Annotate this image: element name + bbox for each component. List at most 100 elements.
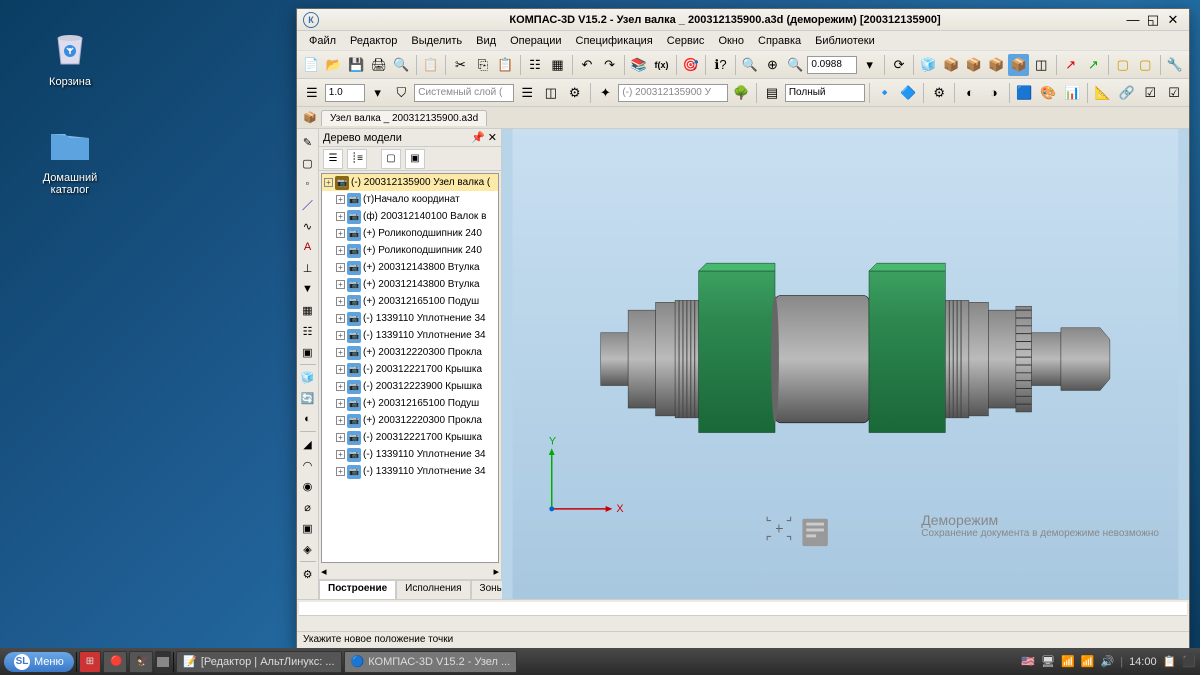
- cube1-icon[interactable]: 🧊: [918, 54, 939, 76]
- menu-operations[interactable]: Операции: [504, 33, 567, 49]
- tree-tool4-icon[interactable]: ▣: [405, 149, 425, 169]
- box-icon[interactable]: ▢: [1112, 54, 1133, 76]
- zoom-fit-icon[interactable]: 🔍: [785, 54, 806, 76]
- tree-item[interactable]: +📷(+) 200312165100 Подуш: [322, 293, 498, 310]
- chevron-down-icon[interactable]: ▾: [367, 82, 389, 104]
- expand-icon[interactable]: +: [324, 178, 333, 187]
- layer-new-icon[interactable]: ◫: [540, 82, 562, 104]
- tab-exec[interactable]: Исполнения: [396, 580, 470, 599]
- expand-icon[interactable]: +: [336, 195, 345, 204]
- minimize-button[interactable]: —: [1123, 12, 1143, 27]
- vt-chamfer-icon[interactable]: ◢: [299, 435, 317, 453]
- redo-icon[interactable]: ↷: [599, 54, 620, 76]
- expand-icon[interactable]: +: [336, 246, 345, 255]
- save-icon[interactable]: 💾: [346, 54, 367, 76]
- close-button[interactable]: ✕: [1163, 12, 1183, 28]
- tree-tool3-icon[interactable]: ▢: [381, 149, 401, 169]
- copy-icon[interactable]: ⎘: [473, 54, 494, 76]
- tree-item[interactable]: +📷(+) Роликоподшипник 240: [322, 225, 498, 242]
- props-icon[interactable]: ☷: [525, 54, 546, 76]
- vt-spec-icon[interactable]: ▦: [299, 301, 317, 319]
- vt-fillet-icon[interactable]: ◠: [299, 456, 317, 474]
- zoom-input[interactable]: [807, 56, 857, 74]
- axis-y-icon[interactable]: ↗: [1083, 54, 1104, 76]
- vt-misc-icon[interactable]: ⚙: [299, 565, 317, 583]
- tree-tool1-icon[interactable]: ☰: [323, 149, 343, 169]
- layer-props-icon[interactable]: ☰: [516, 82, 538, 104]
- persp-icon[interactable]: ◫: [1031, 54, 1052, 76]
- vt-prism-icon[interactable]: 🧊: [299, 368, 317, 386]
- task-editor[interactable]: 📝[Редактор | АльтЛинукс: ...: [176, 651, 341, 673]
- vt-line-icon[interactable]: ／: [299, 196, 317, 214]
- layer-icon[interactable]: ☰: [301, 82, 323, 104]
- vt-dim-icon[interactable]: A: [299, 238, 317, 256]
- zoom-in-icon[interactable]: ⊕: [762, 54, 783, 76]
- tree-item[interactable]: +📷(-) 1339110 Уплотнение 34: [322, 327, 498, 344]
- tab-cube-icon[interactable]: 📦: [303, 111, 321, 124]
- 3d-viewport[interactable]: X Y Деморежим Сохранение документа в дем…: [502, 129, 1189, 599]
- quick2-icon[interactable]: 🔴: [103, 651, 127, 673]
- cube5-icon[interactable]: 📦: [1008, 54, 1029, 76]
- paste-icon[interactable]: 📋: [495, 54, 516, 76]
- expand-icon[interactable]: +: [336, 280, 345, 289]
- gear-icon[interactable]: ⚙: [928, 82, 950, 104]
- tree-item[interactable]: +📷(-) 200312221700 Крышка: [322, 429, 498, 446]
- menu-view[interactable]: Вид: [470, 33, 502, 49]
- tree-item[interactable]: +📷(+) 200312165100 Подуш: [322, 395, 498, 412]
- expand-icon[interactable]: +: [336, 399, 345, 408]
- tree-item[interactable]: +📷(-) 1339110 Уплотнение 34: [322, 446, 498, 463]
- menu-help[interactable]: Справка: [752, 33, 807, 49]
- mat-icon[interactable]: 🟦: [1014, 82, 1036, 104]
- tree-tool2-icon[interactable]: ┊≡: [347, 149, 367, 169]
- start-button[interactable]: SL Меню: [4, 652, 74, 672]
- dim-icon[interactable]: 📐: [1092, 82, 1114, 104]
- tool2-icon[interactable]: 🔷: [898, 82, 920, 104]
- help-icon[interactable]: ℹ?: [710, 54, 731, 76]
- library-icon[interactable]: 📚: [629, 54, 650, 76]
- tool1-icon[interactable]: 🔹: [874, 82, 896, 104]
- pin-icon[interactable]: 📌: [471, 132, 485, 144]
- menu-file[interactable]: Файл: [303, 33, 342, 49]
- axis-x-icon[interactable]: ↗: [1060, 54, 1081, 76]
- rebuild-icon[interactable]: 🔧: [1164, 54, 1185, 76]
- task-kompas[interactable]: 🔵КОМПАС-3D V15.2 - Узел ...: [344, 651, 518, 673]
- zoom-window-icon[interactable]: 🔍: [740, 54, 761, 76]
- vt-loft-icon[interactable]: ◐: [299, 410, 317, 428]
- filter-icon[interactable]: ⛉: [391, 82, 413, 104]
- expand-icon[interactable]: +: [336, 382, 345, 391]
- vt-point-icon[interactable]: ◦: [299, 175, 317, 193]
- expand-icon[interactable]: +: [336, 331, 345, 340]
- more2-icon[interactable]: ☑: [1163, 82, 1185, 104]
- tree-item[interactable]: +📷(-) 1339110 Уплотнение 34: [322, 310, 498, 327]
- model-tree[interactable]: +📷(-) 200312135900 Узел валка (+📷(т)Нача…: [321, 173, 499, 563]
- vt-shell-icon[interactable]: ▣: [299, 519, 317, 537]
- vt-elem-icon[interactable]: ▣: [299, 343, 317, 361]
- quick3-icon[interactable]: 🦅: [129, 651, 153, 673]
- color-icon[interactable]: 🎨: [1037, 82, 1059, 104]
- vt-filter-icon[interactable]: ▼: [299, 280, 317, 298]
- layer-conf-icon[interactable]: ⚙: [564, 82, 586, 104]
- doc-icon[interactable]: 📋: [421, 54, 442, 76]
- mode-icon[interactable]: ▤: [761, 82, 783, 104]
- expand-icon[interactable]: +: [336, 433, 345, 442]
- grid-icon[interactable]: ▦: [547, 54, 568, 76]
- titlebar[interactable]: К КОМПАС-3D V15.2 - Узел валка _ 2003121…: [297, 9, 1189, 31]
- undo-icon[interactable]: ↶: [577, 54, 598, 76]
- sec2-icon[interactable]: ◑: [983, 82, 1005, 104]
- tray-lon-icon[interactable]: 🇺🇸: [1021, 655, 1035, 668]
- tray-clock[interactable]: 14:00: [1129, 656, 1157, 668]
- refresh-icon[interactable]: ⟳: [889, 54, 910, 76]
- vars-icon[interactable]: 🎯: [681, 54, 702, 76]
- menu-service[interactable]: Сервис: [661, 33, 711, 49]
- vt-sketch-icon[interactable]: ▢: [299, 154, 317, 172]
- cube3-icon[interactable]: 📦: [963, 54, 984, 76]
- fx-icon[interactable]: f(x): [651, 54, 672, 76]
- tree-item[interactable]: +📷(+) 200312143800 Втулка: [322, 276, 498, 293]
- tray-display-icon[interactable]: 🖥: [1041, 655, 1055, 668]
- origin-icon[interactable]: ✦: [595, 82, 617, 104]
- vt-thread-icon[interactable]: ⌀: [299, 498, 317, 516]
- scroll-left-icon[interactable]: ◂: [321, 565, 327, 579]
- tree-icon[interactable]: 🌳: [730, 82, 752, 104]
- expand-icon[interactable]: +: [336, 365, 345, 374]
- tray-wifi-icon[interactable]: 📶: [1081, 655, 1095, 668]
